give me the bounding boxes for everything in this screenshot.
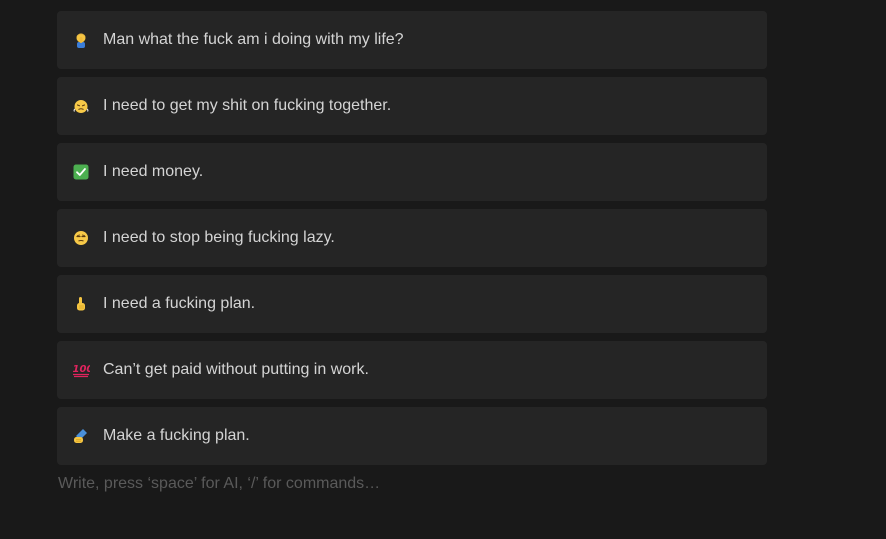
index-pointing-up-icon[interactable] (72, 295, 90, 313)
callout-text[interactable]: Can’t get paid without putting in work. (103, 360, 369, 380)
svg-text:100: 100 (73, 364, 91, 375)
callout-block[interactable]: Man what the fuck am i doing with my lif… (57, 11, 767, 69)
man-facepalming-icon[interactable] (72, 31, 90, 49)
callout-block[interactable]: I need a fucking plan. (57, 275, 767, 333)
callout-text[interactable]: I need to stop being fucking lazy. (103, 228, 335, 248)
callout-list: Man what the fuck am i doing with my lif… (57, 11, 767, 473)
callout-block[interactable]: 100 Can’t get paid without putting in wo… (57, 341, 767, 399)
callout-text[interactable]: Make a fucking plan. (103, 426, 250, 446)
callout-block[interactable]: Make a fucking plan. (57, 407, 767, 465)
callout-block[interactable]: I need to get my shit on fucking togethe… (57, 77, 767, 135)
callout-text[interactable]: I need to get my shit on fucking togethe… (103, 96, 391, 116)
face-with-steam-icon[interactable] (72, 97, 90, 115)
callout-text[interactable]: I need a fucking plan. (103, 294, 255, 314)
callout-block[interactable]: I need to stop being fucking lazy. (57, 209, 767, 267)
editor-placeholder[interactable]: Write, press ‘space’ for AI, ‘/’ for com… (58, 474, 380, 494)
callout-text[interactable]: Man what the fuck am i doing with my lif… (103, 30, 404, 50)
hundred-points-icon[interactable]: 100 (72, 361, 90, 379)
check-mark-button-icon[interactable] (72, 163, 90, 181)
editor-page: Man what the fuck am i doing with my lif… (0, 0, 886, 539)
callout-block[interactable]: I need money. (57, 143, 767, 201)
unamused-face-icon[interactable] (72, 229, 90, 247)
callout-text[interactable]: I need money. (103, 162, 203, 182)
writing-hand-icon[interactable] (72, 427, 90, 445)
